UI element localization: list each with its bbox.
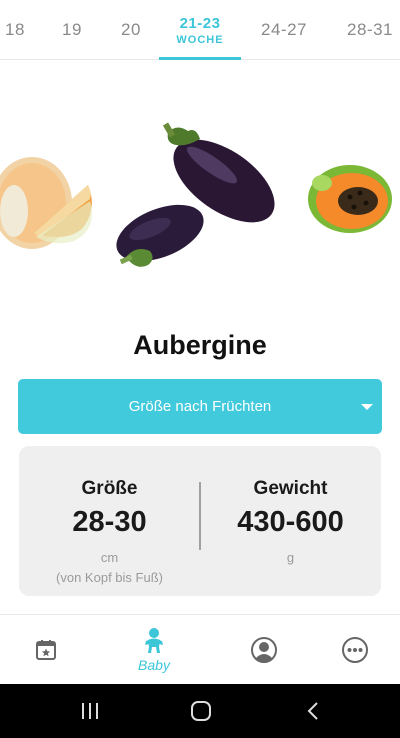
bottom-navigation: Baby <box>0 614 400 684</box>
system-nav-bar <box>0 684 400 738</box>
fruit-name: Aubergine <box>133 330 267 360</box>
size-value: 28-30 <box>72 506 147 538</box>
recent-apps-icon <box>82 703 98 719</box>
stats-card: Größe 28-30 cm (von Kopf bis Fuß) Gewich… <box>19 446 381 596</box>
tab-week-label: 24-27 <box>261 20 307 39</box>
tab-week-18[interactable]: 18 <box>0 0 40 60</box>
size-stat: Größe 28-30 cm (von Kopf bis Fuß) <box>19 446 200 596</box>
home-button[interactable] <box>171 684 231 738</box>
nav-calendar[interactable] <box>0 615 96 685</box>
tab-week-20[interactable]: 20 <box>105 0 157 60</box>
weight-label: Gewicht <box>253 478 328 499</box>
tab-week-21-23[interactable]: 21-23 WOCHE <box>159 0 241 60</box>
nav-baby[interactable]: Baby <box>104 615 204 685</box>
melon-image <box>0 157 92 249</box>
week-tabs: 18 19 20 21-23 WOCHE 24-27 28-31 <box>0 0 400 60</box>
tab-week-19[interactable]: 19 <box>47 0 97 60</box>
dropdown-label: Größe nach Früchten <box>128 398 272 415</box>
tab-week-label: 21-23 <box>179 14 221 32</box>
eggplant-image <box>116 122 275 267</box>
tab-week-label: 20 <box>121 20 141 39</box>
nav-more[interactable] <box>305 615 400 685</box>
weight-unit: g <box>286 550 295 565</box>
tab-week-24-27[interactable]: 24-27 <box>252 0 316 60</box>
weight-value: 430-600 <box>237 506 344 538</box>
size-label: Größe <box>81 478 138 499</box>
size-unit: cm <box>100 550 119 565</box>
papaya-image <box>308 165 392 233</box>
tab-week-label: 18 <box>5 20 25 39</box>
chevron-down-icon <box>361 404 373 410</box>
calendar-icon <box>36 640 56 660</box>
recent-apps-button[interactable] <box>60 684 120 738</box>
nav-label: Baby <box>138 657 170 673</box>
tab-week-label: 19 <box>62 20 82 39</box>
size-note: (von Kopf bis Fuß) <box>56 570 163 585</box>
fruit-images <box>0 122 392 267</box>
active-tab-indicator <box>159 57 241 60</box>
home-icon <box>191 701 211 721</box>
comparison-dropdown[interactable]: Größe nach Früchten <box>18 379 382 434</box>
weight-stat: Gewicht 430-600 g <box>200 446 381 596</box>
back-button[interactable] <box>284 684 344 738</box>
more-icon <box>342 637 368 663</box>
tab-week-sublabel: WOCHE <box>176 33 224 46</box>
baby-icon <box>145 628 163 653</box>
profile-icon <box>251 637 277 663</box>
back-icon <box>307 702 318 720</box>
fruit-carousel[interactable] <box>0 61 400 326</box>
tab-week-28-31[interactable]: 28-31 <box>338 0 400 60</box>
tab-week-label: 28-31 <box>347 20 393 39</box>
nav-profile[interactable] <box>214 615 314 685</box>
